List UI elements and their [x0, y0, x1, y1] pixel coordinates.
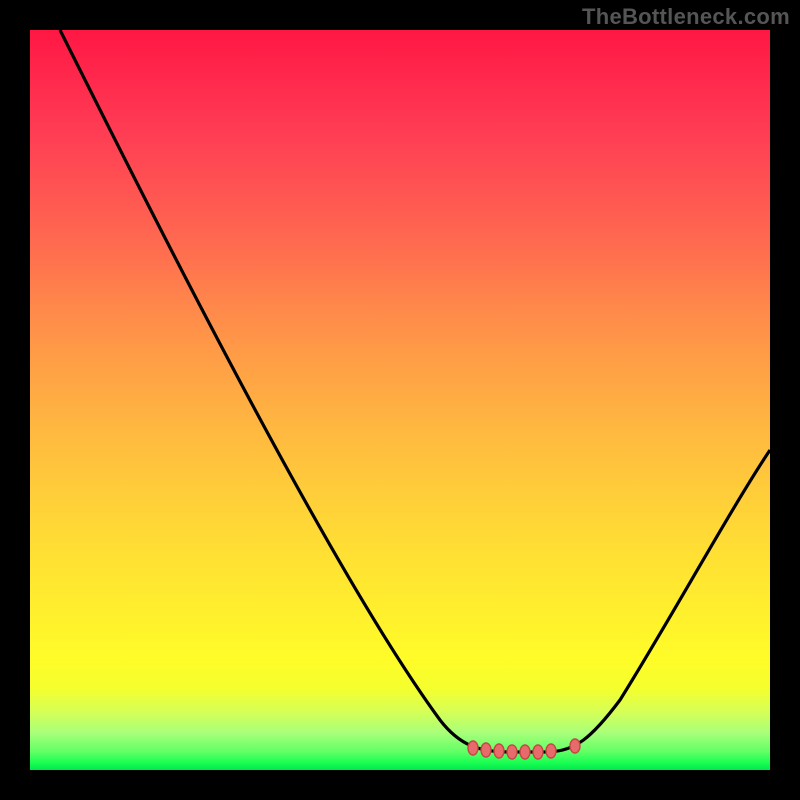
marker-dot [546, 744, 556, 758]
watermark-text: TheBottleneck.com [582, 4, 790, 30]
marker-dot [468, 741, 478, 755]
chart-frame: TheBottleneck.com [0, 0, 800, 800]
marker-dot [507, 745, 517, 759]
bottleneck-curve-left [60, 30, 550, 752]
marker-dot [494, 744, 504, 758]
curve-layer [30, 30, 770, 770]
marker-dot [533, 745, 543, 759]
marker-dot [481, 743, 491, 757]
marker-dot [520, 745, 530, 759]
bottleneck-curve-right [550, 450, 770, 752]
plot-area [30, 30, 770, 770]
marker-dot [570, 739, 580, 753]
